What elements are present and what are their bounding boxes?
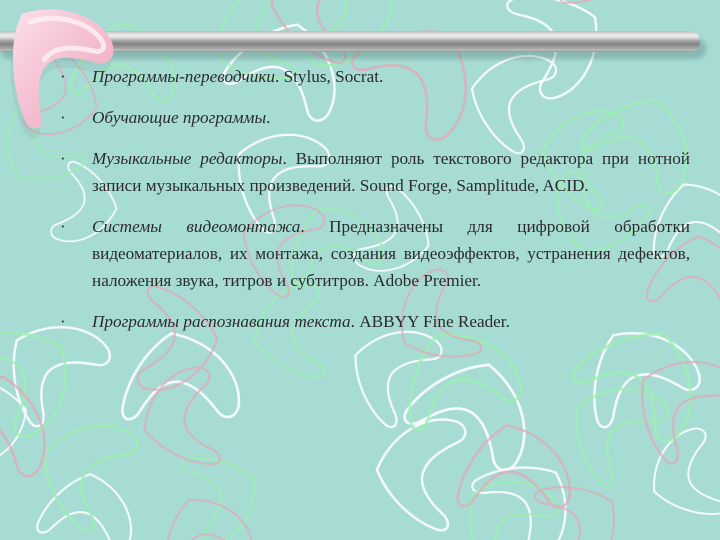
- list-item-text: Системы видеомонтажа. Предназначены для …: [92, 213, 690, 294]
- list-item-rest: . Stylus, Socrat.: [274, 67, 384, 86]
- list-item-text: Музыкальные редакторы. Выполняют роль те…: [92, 145, 690, 199]
- list-item-text: Обучающие программы.: [92, 104, 690, 131]
- list-item: · Программы-переводчики. Stylus, Socrat.: [0, 63, 720, 90]
- bullet-marker: ·: [60, 149, 66, 168]
- list-item-emphasis: Системы видеомонтажа: [92, 217, 301, 236]
- list-item-emphasis: Музыкальные редакторы: [92, 149, 283, 168]
- bullet-list: · Программы-переводчики. Stylus, Socrat.…: [0, 63, 720, 336]
- slide-canvas: · Программы-переводчики. Stylus, Socrat.…: [0, 0, 720, 540]
- list-item: · Системы видеомонтажа. Предназначены дл…: [0, 213, 720, 294]
- list-item-emphasis: Обучающие программы: [92, 108, 267, 127]
- bullet-marker: ·: [60, 312, 66, 331]
- list-item: · Обучающие программы.: [0, 104, 720, 131]
- list-item: · Музыкальные редакторы. Выполняют роль …: [0, 145, 720, 199]
- bullet-marker: ·: [60, 217, 66, 236]
- list-item-emphasis: Программы распознавания текста: [92, 312, 351, 331]
- list-item-emphasis: Программы-переводчики: [92, 67, 275, 86]
- list-item-rest: .: [266, 108, 271, 127]
- list-item-text: Программы-переводчики. Stylus, Socrat.: [92, 63, 690, 90]
- list-item-text: Программы распознавания текста. ABBYY Fi…: [92, 308, 690, 335]
- bullet-marker: ·: [60, 108, 66, 127]
- bullet-marker: ·: [60, 67, 66, 86]
- list-item: · Программы распознавания текста. ABBYY …: [0, 308, 720, 335]
- list-item-rest: . ABBYY Fine Reader.: [350, 312, 510, 331]
